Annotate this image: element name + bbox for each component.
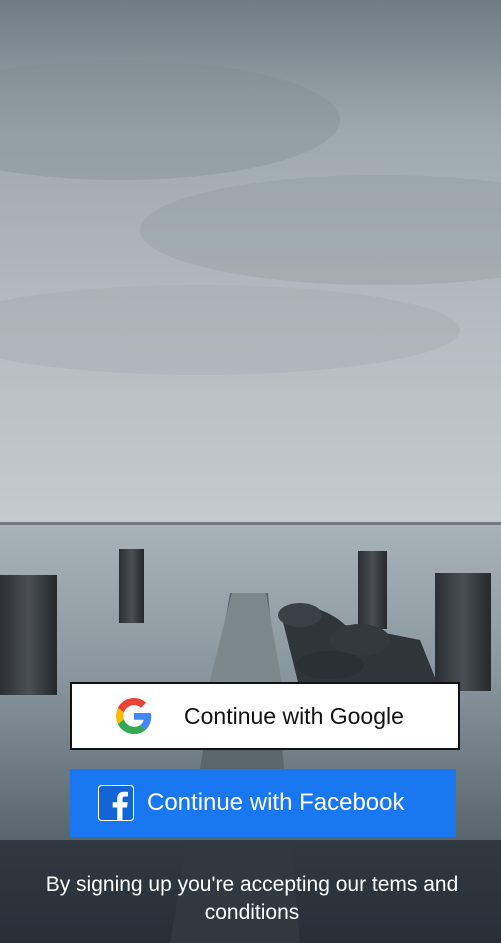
continue-with-facebook-button[interactable]: Continue with Facebook xyxy=(70,769,456,837)
facebook-logo-icon xyxy=(98,785,134,821)
continue-with-google-button[interactable]: Continue with Google xyxy=(70,682,460,750)
google-button-label: Continue with Google xyxy=(184,703,404,729)
google-logo-icon xyxy=(116,698,152,734)
facebook-button-label: Continue with Facebook xyxy=(147,789,405,816)
terms-notice: By signing up you're accepting our tems … xyxy=(45,873,459,924)
